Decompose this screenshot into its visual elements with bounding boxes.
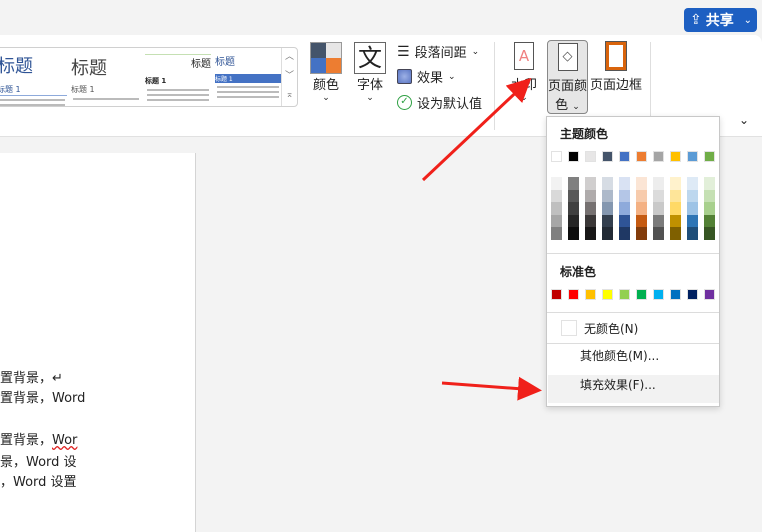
arrow-to-fill-effects [441,376,542,401]
annotation-arrows [421,77,542,401]
arrow-to-watermark [421,77,532,182]
